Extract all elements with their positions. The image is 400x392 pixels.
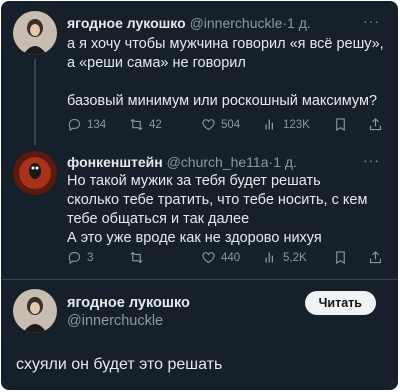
reply-icon [68, 118, 81, 132]
user-handle[interactable]: @innerchuckle [190, 15, 283, 31]
bookmark-icon [336, 118, 345, 132]
more-options-icon[interactable]: ··· [363, 13, 380, 29]
views-icon [265, 252, 273, 263]
retweet-button[interactable] [129, 250, 149, 265]
tweet-text: Но такой мужик за тебя будет решать скол… [67, 172, 367, 248]
like-button[interactable]: 440 [201, 250, 240, 265]
tweet-line: тебе общаться и так далее [67, 211, 250, 227]
avatar[interactable] [13, 289, 57, 333]
follow-button[interactable]: Читать [304, 291, 376, 315]
tweet-header: ягодное лукошко @innerchuckle [67, 295, 190, 329]
tweet-line [67, 73, 384, 92]
avatar[interactable] [13, 151, 57, 195]
more-options-icon[interactable]: ··· [363, 152, 380, 168]
share-button[interactable] [368, 250, 383, 265]
tweet-text: а я хочу чтобы мужчина говорил «я всё ре… [67, 35, 384, 111]
user-handle[interactable]: @innerchuckle [67, 313, 190, 329]
like-icon [202, 119, 215, 131]
share-icon [369, 251, 382, 264]
views-count: 5,2K [283, 251, 307, 264]
views-button[interactable]: 5,2K [263, 250, 307, 265]
like-icon [202, 252, 215, 264]
user-handle[interactable]: @church_he11a [167, 154, 269, 170]
tweet-header: фонкенштейн @church_he11a·1 д. [67, 154, 297, 170]
share-button[interactable] [368, 117, 383, 132]
avatar[interactable] [13, 11, 57, 55]
views-icon [265, 119, 273, 130]
bookmark-button[interactable] [333, 117, 348, 132]
like-button[interactable]: 504 [201, 117, 240, 132]
like-count: 440 [221, 251, 241, 264]
bookmark-button[interactable] [333, 250, 348, 265]
divider [1, 279, 398, 280]
reply-button[interactable]: 134 [67, 117, 106, 132]
reply-icon [68, 251, 81, 265]
views-button[interactable]: 123K [263, 117, 310, 132]
timestamp[interactable]: 1 д. [287, 15, 311, 31]
retweet-icon [130, 118, 143, 131]
retweet-button[interactable]: 42 [129, 117, 162, 132]
display-name[interactable]: ягодное лукошко [67, 15, 186, 31]
tweet-actions: 134 42 504 123K [67, 117, 387, 135]
tweet-line: сколько тебе тратить, что тебе носить, с… [67, 192, 368, 208]
reply-count: 134 [87, 118, 107, 131]
reply-button[interactable]: 3 [67, 250, 93, 265]
tweet-line: А это уже вроде как не здорово нихуя [67, 230, 322, 246]
display-name[interactable]: фонкенштейн [67, 154, 163, 170]
reply-count: 3 [87, 251, 94, 264]
retweet-count: 42 [149, 118, 162, 131]
like-count: 504 [221, 118, 241, 131]
tweet-line: а «реши сама» не говорил [67, 55, 246, 71]
display-name[interactable]: ягодное лукошко [67, 295, 190, 311]
tweet-text: схуяли он будет это решать [16, 356, 223, 373]
tweet-line: базовый минимум или роскошный максимум? [67, 93, 378, 109]
timestamp[interactable]: 1 д. [273, 154, 297, 170]
bookmark-icon [336, 251, 345, 265]
share-icon [369, 118, 382, 131]
views-count: 123K [283, 118, 310, 131]
tweet-actions: 3 440 5,2K [67, 250, 387, 268]
tweet-header: ягодное лукошко @innerchuckle·1 д. [67, 15, 311, 31]
tweet-line: Но такой мужик за тебя будет решать [67, 173, 321, 189]
thread-line [34, 59, 36, 145]
tweet-line: а я хочу чтобы мужчина говорил «я всё ре… [67, 36, 384, 52]
tweet-thread-card: ягодное лукошко @innerchuckle·1 д. ··· а… [1, 1, 398, 390]
retweet-icon [130, 251, 143, 264]
